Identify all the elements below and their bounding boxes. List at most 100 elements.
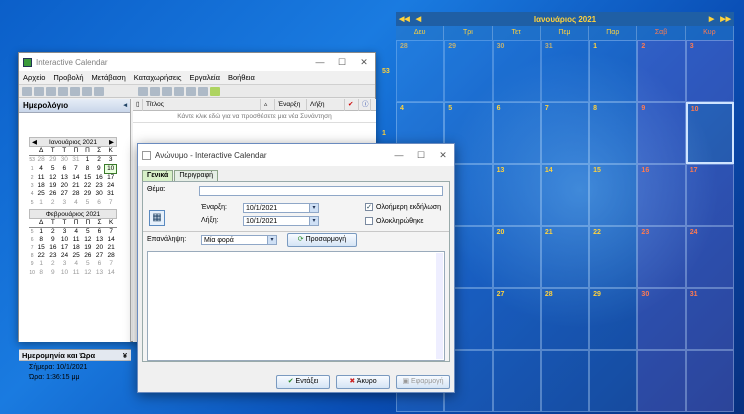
mini-day-cell[interactable]: 14: [70, 173, 82, 182]
mini-day-cell[interactable]: 24: [105, 182, 117, 190]
mini-day-cell[interactable]: 22: [82, 182, 94, 190]
mini-day-cell[interactable]: 7: [105, 227, 117, 236]
mini-day-cell[interactable]: 2: [47, 260, 59, 268]
mini-day-cell[interactable]: 4: [70, 260, 82, 268]
pane-options-icon[interactable]: ◂: [123, 99, 127, 113]
new-icon[interactable]: [138, 86, 148, 96]
delete-icon[interactable]: [82, 86, 92, 96]
mini-day-cell[interactable]: 28: [35, 155, 47, 164]
day-cell[interactable]: 15: [589, 164, 638, 226]
tab-description[interactable]: Περιγραφή: [174, 170, 219, 181]
export-icon[interactable]: [94, 86, 104, 96]
mini-day-cell[interactable]: 8: [35, 269, 47, 277]
mini-day-cell[interactable]: 10: [59, 269, 71, 277]
day-cell[interactable]: 29: [589, 288, 638, 350]
end-date-input[interactable]: 10/1/2021 ▾: [243, 216, 319, 226]
day-cell[interactable]: [637, 350, 686, 412]
mini-day-cell[interactable]: 3: [59, 227, 71, 236]
mini-day-cell[interactable]: 3: [105, 155, 117, 164]
mini-day-cell[interactable]: 12: [47, 173, 59, 182]
add-appointment-row[interactable]: Κάντε κλικ εδώ για να προσθέσετε μια νέα…: [133, 111, 376, 123]
mini-day-cell[interactable]: 16: [47, 244, 59, 252]
menu-item[interactable]: Μετάβαση: [92, 73, 126, 82]
mini-day-cell[interactable]: 20: [59, 182, 71, 190]
close-icon[interactable]: ✕: [432, 150, 454, 161]
mini-day-cell[interactable]: 29: [82, 190, 94, 198]
mini-prev-icon[interactable]: ◀: [32, 138, 37, 146]
next-year-button[interactable]: ▶▶: [717, 15, 734, 23]
menu-item[interactable]: Προβολή: [53, 73, 83, 82]
mini-day-cell[interactable]: 2: [47, 199, 59, 207]
mini-day-cell[interactable]: 28: [105, 252, 117, 260]
mini-day-cell[interactable]: 18: [35, 182, 47, 190]
mini-day-cell[interactable]: 31: [70, 155, 82, 164]
mini-day-cell[interactable]: 2: [47, 227, 59, 236]
mini-day-cell[interactable]: 1: [35, 227, 47, 236]
mini-day-cell[interactable]: 6: [59, 164, 71, 173]
day-cell[interactable]: 22: [589, 226, 638, 288]
tab-general[interactable]: Γενικά: [142, 170, 174, 181]
mini-day-cell[interactable]: 30: [93, 190, 105, 198]
mini-day-cell[interactable]: 28: [70, 190, 82, 198]
mini-day-cell[interactable]: 21: [70, 182, 82, 190]
repeat-select[interactable]: Μία φορά ▾: [201, 235, 277, 245]
allday-checkbox[interactable]: ✓ Ολοήμερη εκδήλωση: [365, 203, 441, 211]
print-icon[interactable]: [46, 86, 56, 96]
scrollbar[interactable]: [436, 253, 443, 359]
maximize-icon[interactable]: ☐: [410, 150, 432, 161]
highlight-icon[interactable]: [210, 86, 220, 96]
mini-day-cell[interactable]: 1: [82, 155, 94, 164]
mini-day-cell[interactable]: 18: [70, 244, 82, 252]
day-cell[interactable]: 29: [444, 40, 493, 102]
day-cell[interactable]: 3: [685, 40, 734, 102]
mini-day-cell[interactable]: 5: [47, 164, 59, 173]
mini-day-cell[interactable]: 17: [105, 173, 117, 182]
day-cell[interactable]: 8: [589, 102, 638, 164]
mini-day-cell[interactable]: 5: [82, 227, 94, 236]
mini-day-cell[interactable]: 2: [93, 155, 105, 164]
back-icon[interactable]: [22, 86, 32, 96]
menu-item[interactable]: Εργαλεία: [189, 73, 219, 82]
mini-day-cell[interactable]: 14: [105, 269, 117, 277]
cancel-button[interactable]: ✖ Άκυρο: [336, 375, 390, 389]
mini-day-cell[interactable]: 16: [93, 173, 105, 182]
mini-day-cell[interactable]: 26: [82, 252, 94, 260]
mini-day-cell[interactable]: 19: [82, 244, 94, 252]
mini-day-cell[interactable]: 10: [104, 163, 117, 174]
mini-day-cell[interactable]: 27: [94, 252, 106, 260]
mini-day-cell[interactable]: 21: [105, 244, 117, 252]
mini-day-cell[interactable]: 4: [70, 227, 82, 236]
mini-next-icon[interactable]: ▶: [109, 138, 114, 146]
cut-icon[interactable]: [174, 86, 184, 96]
mini-day-cell[interactable]: 12: [82, 269, 94, 277]
copy-icon[interactable]: [162, 86, 172, 96]
mini-day-cell[interactable]: 4: [35, 164, 47, 173]
maximize-icon[interactable]: ☐: [331, 57, 353, 68]
mini-day-cell[interactable]: 13: [94, 269, 106, 277]
mini-day-cell[interactable]: 11: [70, 269, 82, 277]
mini-day-cell[interactable]: 30: [59, 155, 71, 164]
mini-day-cell[interactable]: 9: [47, 236, 59, 244]
day-cell[interactable]: 17: [685, 164, 734, 226]
day-cell[interactable]: 9: [637, 102, 686, 164]
book-icon[interactable]: [58, 86, 68, 96]
mini-day-cell[interactable]: 31: [105, 190, 117, 198]
day-cell[interactable]: 21: [540, 226, 590, 288]
mini-day-cell[interactable]: 17: [59, 244, 71, 252]
mini-day-cell[interactable]: 1: [35, 260, 47, 268]
mini-day-cell[interactable]: 7: [70, 164, 82, 173]
day-cell[interactable]: 10: [685, 102, 734, 164]
day-cell[interactable]: 30: [637, 288, 686, 350]
mini-day-cell[interactable]: 6: [94, 260, 106, 268]
mini-day-cell[interactable]: 22: [35, 252, 47, 260]
paste-icon[interactable]: [186, 86, 196, 96]
column-title[interactable]: Τίτλος: [143, 98, 261, 111]
mini-day-cell[interactable]: 23: [93, 182, 105, 190]
mini-day-cell[interactable]: 6: [94, 227, 106, 236]
mini-day-cell[interactable]: 8: [35, 236, 47, 244]
day-cell[interactable]: 27: [492, 288, 541, 350]
prev-month-button[interactable]: ◀: [413, 15, 424, 23]
mini-day-cell[interactable]: 5: [82, 199, 94, 207]
mini-day-cell[interactable]: 3: [59, 260, 71, 268]
day-cell[interactable]: 16: [637, 164, 686, 226]
